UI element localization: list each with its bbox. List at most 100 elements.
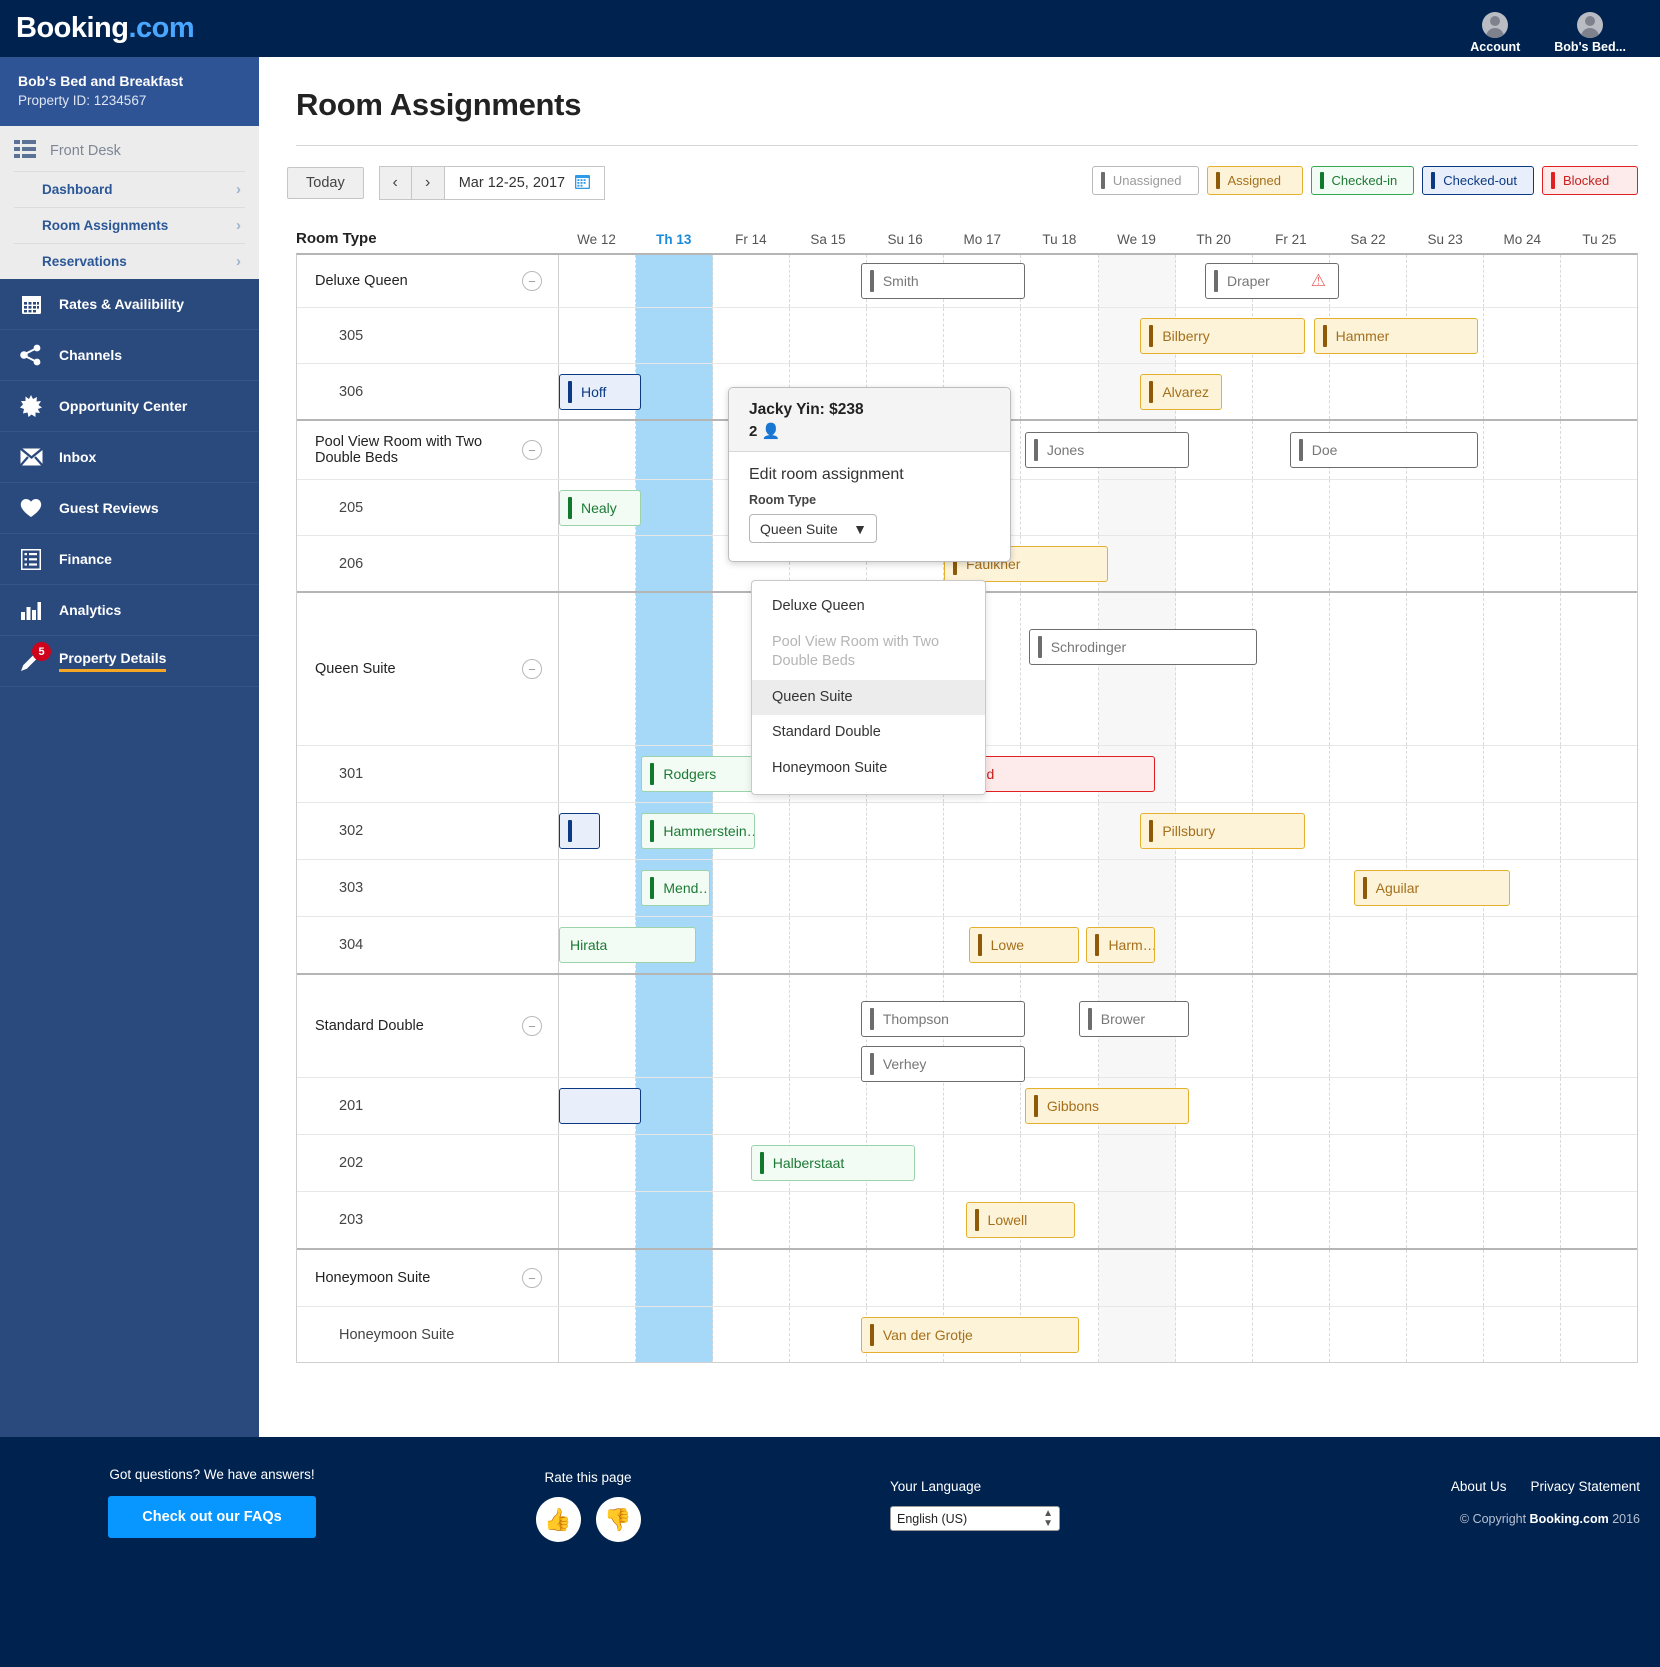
day-column[interactable] [636,480,714,535]
day-column[interactable] [636,1135,714,1191]
reservation-bar[interactable]: Hammer [1313,317,1478,354]
day-column[interactable] [1407,746,1484,802]
day-column[interactable] [1561,308,1637,363]
sidebar-item-rates-availability[interactable]: Rates & Availibility [0,279,259,330]
date-range-picker[interactable]: Mar 12-25, 2017 [444,166,606,200]
day-column[interactable] [636,1192,714,1248]
day-column[interactable] [1330,364,1407,419]
reservation-bar[interactable]: Hoff [559,373,642,410]
day-column[interactable] [790,1192,868,1248]
reservation-bar[interactable]: Harm… [1086,927,1155,963]
day-column[interactable] [1253,1078,1330,1134]
day-column[interactable] [559,593,637,745]
reservation-bar[interactable]: Jones [1024,432,1189,468]
day-column[interactable] [559,308,637,363]
day-column[interactable] [559,1192,637,1248]
warning-icon[interactable]: ⚠ [1311,271,1326,291]
sidebar-item-analytics[interactable]: Analytics [0,585,259,636]
day-column[interactable] [1330,1135,1407,1191]
reservation-bar[interactable] [559,813,600,849]
day-column[interactable] [1407,1250,1484,1306]
day-column[interactable] [559,536,637,591]
day-column[interactable] [1098,860,1176,916]
day-column[interactable] [713,1250,791,1306]
day-column[interactable] [636,255,714,307]
day-column[interactable] [1561,536,1637,591]
day-column[interactable] [1484,593,1562,745]
day-column[interactable] [1407,1307,1484,1362]
day-column[interactable] [1098,1250,1176,1306]
language-select[interactable]: English (US) ▲ ▼ [890,1506,1060,1531]
day-column[interactable] [1484,1307,1562,1362]
day-column[interactable] [559,1250,637,1306]
day-column[interactable] [1176,1192,1253,1248]
day-column[interactable] [1253,1250,1330,1306]
day-column[interactable] [1330,1250,1407,1306]
day-column[interactable] [1330,1078,1407,1134]
day-column[interactable] [1561,1135,1637,1191]
day-column[interactable] [1561,860,1637,916]
day-column[interactable] [1407,917,1484,973]
day-column[interactable] [1021,1135,1099,1191]
privacy-statement-link[interactable]: Privacy Statement [1530,1479,1640,1494]
day-column[interactable] [867,860,945,916]
day-column[interactable] [1484,1192,1562,1248]
property-menu[interactable]: Bob's Bed... [1554,12,1626,54]
sidebar-item-reservations[interactable]: Reservations › [14,243,245,279]
sidebar-item-dashboard[interactable]: Dashboard › [14,171,245,207]
day-column[interactable] [1484,364,1562,419]
day-column[interactable] [867,1078,945,1134]
day-column[interactable] [1330,255,1407,307]
day-column[interactable] [790,975,868,1077]
day-column[interactable] [1561,917,1637,973]
day-column[interactable] [636,1250,714,1306]
day-column[interactable] [1176,860,1253,916]
day-column[interactable] [559,255,637,307]
day-column[interactable] [1407,480,1484,535]
day-column[interactable] [1330,480,1407,535]
reservation-bar[interactable]: Brower [1078,1001,1189,1037]
dropdown-option[interactable]: Deluxe Queen [752,589,985,625]
day-column[interactable] [713,975,791,1077]
thumbs-down-icon[interactable]: 👎 [595,1497,641,1542]
room-type-select[interactable]: Queen Suite ▼ [749,514,877,543]
reservation-bar[interactable]: Thompson [860,1001,1025,1037]
day-column[interactable] [1253,1135,1330,1191]
day-column[interactable] [1484,308,1562,363]
day-column[interactable] [1021,860,1099,916]
day-column[interactable] [1561,1250,1637,1306]
day-column[interactable] [944,1250,1022,1306]
day-column[interactable] [713,1192,791,1248]
day-column[interactable] [1176,480,1253,535]
reservation-bar[interactable] [559,1088,642,1124]
day-column[interactable] [1407,975,1484,1077]
day-column[interactable] [1484,1135,1562,1191]
reservation-bar[interactable]: Van der Grotje [860,1316,1079,1353]
day-column[interactable] [1407,536,1484,591]
reservation-bar[interactable]: Smith [860,263,1025,299]
day-column[interactable] [1561,1078,1637,1134]
day-column[interactable] [1407,1078,1484,1134]
day-column[interactable] [1021,364,1099,419]
faq-button[interactable]: Check out our FAQs [108,1496,316,1538]
reservation-bar[interactable]: Alvarez [1140,373,1222,410]
day-column[interactable] [1561,421,1637,479]
day-column[interactable] [1176,1250,1253,1306]
day-column[interactable] [636,536,714,591]
day-column[interactable] [1561,364,1637,419]
day-column[interactable] [1330,1192,1407,1248]
sidebar-item-channels[interactable]: Channels [0,330,259,381]
day-column[interactable] [636,1078,714,1134]
day-column[interactable] [713,860,791,916]
day-column[interactable] [1484,480,1562,535]
day-column[interactable] [1253,860,1330,916]
day-column[interactable] [1098,255,1176,307]
today-button[interactable]: Today [287,167,364,199]
day-column[interactable] [1021,480,1099,535]
day-column[interactable] [1484,255,1562,307]
day-column[interactable] [1561,975,1637,1077]
day-column[interactable] [1098,1307,1176,1362]
day-column[interactable] [559,975,637,1077]
reservation-bar[interactable]: Verhey [860,1046,1025,1082]
minus-circle-icon[interactable]: − [522,659,542,679]
